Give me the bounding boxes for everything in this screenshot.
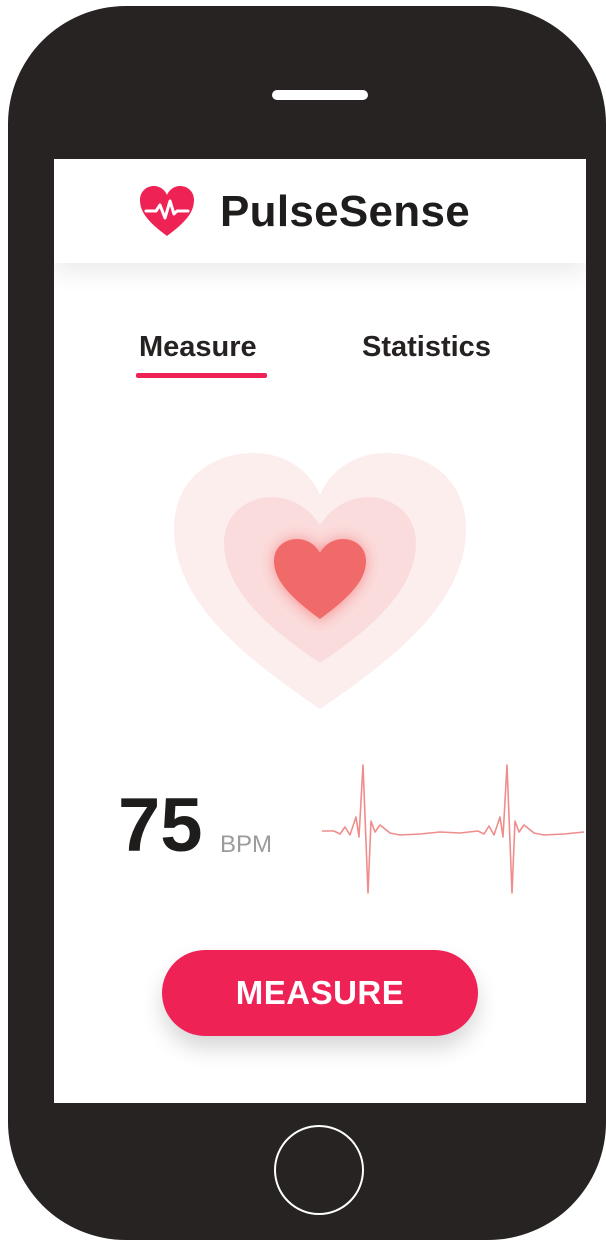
home-button[interactable] (274, 1125, 364, 1215)
phone-frame: PulseSense Measure Statistics 75 BPM MEA… (8, 6, 606, 1240)
phone-speaker (272, 90, 368, 100)
app-title: PulseSense (220, 187, 471, 236)
bpm-value: 75 (118, 783, 203, 868)
stage: PulseSense Measure Statistics 75 BPM MEA… (0, 0, 606, 1248)
pulsing-heart-icon (174, 453, 466, 709)
tab-statistics[interactable]: Statistics (362, 329, 491, 365)
measure-button[interactable]: MEASURE (162, 950, 478, 1036)
active-tab-indicator (136, 373, 267, 378)
app-screen: PulseSense Measure Statistics 75 BPM MEA… (54, 159, 586, 1103)
bpm-unit: BPM (220, 831, 273, 858)
tab-measure[interactable]: Measure (139, 329, 257, 365)
app-header: PulseSense (54, 159, 586, 263)
ecg-waveform (322, 764, 585, 894)
heart-pulse-icon (140, 186, 194, 236)
